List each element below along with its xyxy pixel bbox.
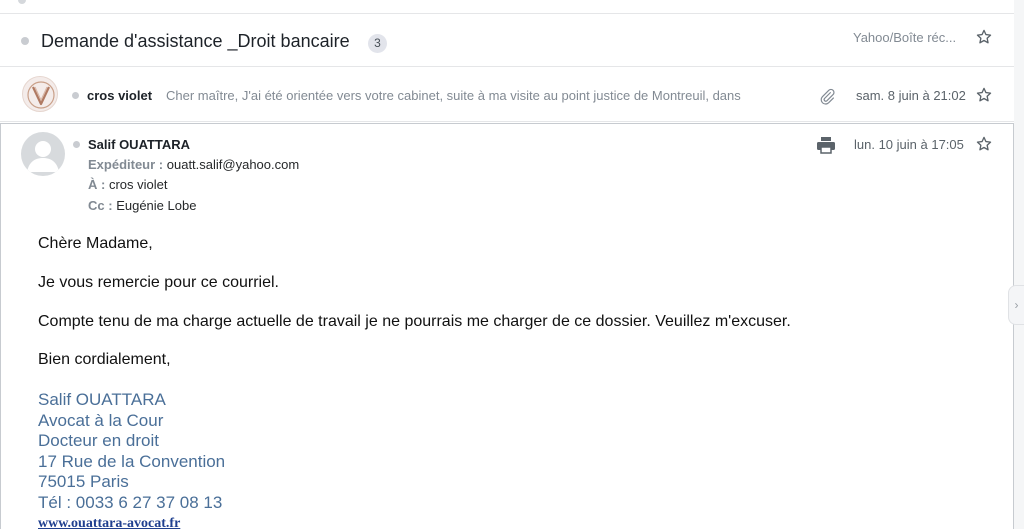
sender-name: cros violet (87, 88, 153, 103)
body-line: Compte tenu de ma charge actuelle de tra… (38, 313, 791, 330)
from-line: Expéditeur : ouatt.salif@yahoo.com (88, 157, 299, 172)
thread-subject: Demande d'assistance _Droit bancaire (41, 31, 350, 51)
from-label: Expéditeur : (88, 157, 164, 172)
open-message: Salif OUATTARA Expéditeur : ouatt.salif@… (0, 123, 1014, 529)
signature-phone: Tél : 0033 6 27 37 08 13 (38, 493, 223, 512)
read-bullet (73, 141, 80, 148)
thread-bullet (21, 37, 29, 45)
collapsed-message[interactable]: cros violet Cher maître, J'ai été orient… (0, 68, 1014, 122)
previous-thread-edge (0, 0, 1024, 14)
message-date: lun. 10 juin à 17:05 (854, 137, 964, 152)
message-snippet: Cher maître, J'ai été orientée vers votr… (166, 88, 741, 103)
signature-address: 17 Rue de la Convention (38, 452, 226, 471)
body-greeting: Chère Madame, (38, 235, 153, 252)
star-icon[interactable] (975, 86, 993, 104)
cc-recipient[interactable]: Eugénie Lobe (116, 198, 196, 213)
star-icon[interactable] (975, 28, 993, 46)
body-closing: Bien cordialement, (38, 351, 171, 368)
sender-avatar (22, 76, 58, 112)
from-address[interactable]: ouatt.salif@yahoo.com (167, 157, 299, 172)
signature-title: Docteur en droit (38, 431, 159, 450)
signature-website-link[interactable]: www.ouattara-avocat.fr (38, 516, 180, 529)
thread-header: Demande d'assistance _Droit bancaire 3 Y… (0, 15, 1014, 67)
chevron-right-icon[interactable]: › (1008, 285, 1024, 325)
folder-label[interactable]: Yahoo/Boîte réc... (853, 30, 956, 45)
signature-city: 75015 Paris (38, 472, 129, 491)
printer-icon[interactable] (816, 136, 836, 154)
signature-name: Salif OUATTARA (38, 390, 166, 409)
body-line: Je vous remercie pour ce courriel. (38, 274, 279, 291)
bullet-dot (18, 0, 26, 4)
unread-bullet (72, 92, 79, 99)
paperclip-icon (818, 87, 836, 105)
star-icon[interactable] (975, 135, 993, 153)
signature-title: Avocat à la Cour (38, 411, 164, 430)
cc-line: Cc : Eugénie Lobe (88, 198, 196, 213)
message-count-badge: 3 (368, 34, 387, 53)
message-date: sam. 8 juin à 21:02 (856, 88, 966, 103)
to-line: À : cros violet (88, 177, 168, 192)
to-label: À : (88, 177, 106, 192)
default-avatar-icon (21, 132, 65, 176)
sender-name: Salif OUATTARA (88, 137, 191, 152)
to-recipient[interactable]: cros violet (109, 177, 168, 192)
cc-label: Cc : (88, 198, 113, 213)
scrollbar-track[interactable] (1014, 0, 1024, 529)
